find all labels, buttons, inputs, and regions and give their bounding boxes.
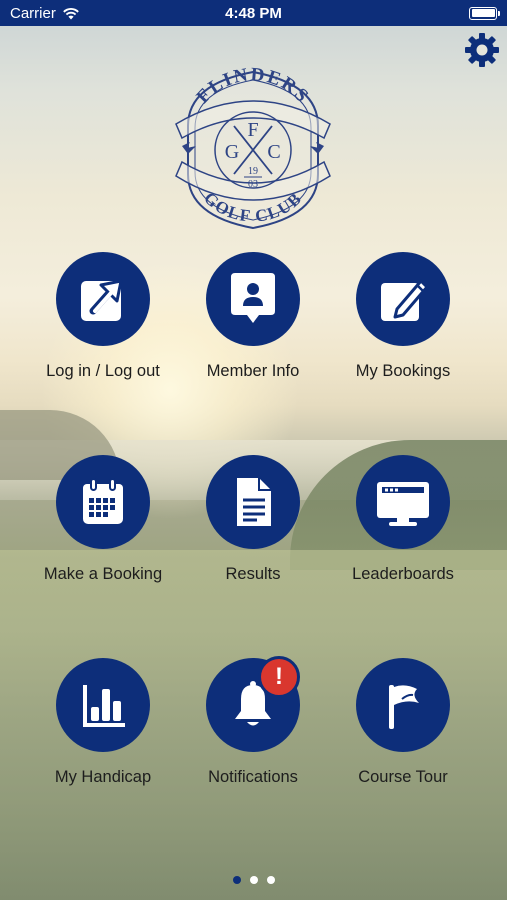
logo-letter-left: G	[225, 141, 239, 163]
make-booking-button[interactable]	[56, 455, 150, 549]
wifi-icon	[63, 7, 79, 19]
menu-tile-my-handicap[interactable]: My Handicap	[28, 658, 178, 818]
menu-tile-leaderboards[interactable]: Leaderboards	[328, 455, 478, 615]
edit-pencil-icon	[381, 279, 429, 321]
status-left: Carrier	[10, 5, 80, 22]
my-handicap-button[interactable]	[56, 658, 150, 752]
menu-label: My Bookings	[355, 362, 451, 380]
menu-label: Results	[225, 565, 281, 583]
member-info-button[interactable]	[206, 252, 300, 346]
login-button[interactable]	[56, 252, 150, 346]
logo-year-top: 19	[248, 166, 258, 177]
menu-label: Notifications	[208, 768, 298, 786]
page-dot-2[interactable]	[249, 876, 258, 884]
member-card-icon	[231, 273, 275, 323]
carrier-label: Carrier	[10, 4, 56, 22]
monitor-icon	[377, 482, 429, 526]
menu-tile-member-info[interactable]: Member Info	[178, 252, 328, 412]
results-button[interactable]	[206, 455, 300, 549]
status-bar: Carrier 4:48 PM	[0, 0, 507, 26]
menu-label: Log in / Log out	[46, 362, 160, 380]
document-icon	[237, 478, 271, 526]
menu-tile-make-booking[interactable]: Make a Booking	[28, 455, 178, 615]
menu-tile-course-tour[interactable]: Course Tour	[328, 658, 478, 818]
club-logo: FLINDERS GOLF CLUB G F C 19 03	[172, 64, 334, 232]
page-dot-1[interactable]	[232, 876, 241, 884]
battery-icon	[469, 6, 500, 20]
page-dot-3[interactable]	[266, 876, 275, 884]
bar-chart-icon	[83, 685, 125, 727]
menu-tile-notifications[interactable]: ! Notifications	[178, 656, 328, 818]
menu-label: Course Tour	[358, 768, 448, 786]
menu-label: Make a Booking	[43, 565, 163, 583]
notifications-button[interactable]: !	[206, 656, 300, 752]
page-indicator[interactable]	[0, 876, 507, 884]
menu-label: My Handicap	[54, 768, 152, 786]
battery-level	[471, 9, 495, 17]
menu-tile-results[interactable]: Results	[178, 455, 328, 615]
logo-letter-right: C	[267, 141, 280, 163]
menu-label: Leaderboards	[352, 565, 454, 583]
login-arrow-icon	[81, 279, 123, 321]
leaderboards-button[interactable]	[356, 455, 450, 549]
notification-alert-badge: !	[258, 656, 300, 698]
logo-letter-top: F	[247, 119, 258, 141]
course-tour-button[interactable]	[356, 658, 450, 752]
flag-icon	[389, 685, 419, 729]
logo-year-bottom: 03	[248, 179, 258, 190]
gear-icon	[465, 33, 499, 67]
my-bookings-button[interactable]	[356, 252, 450, 346]
menu-tile-my-bookings[interactable]: My Bookings	[328, 252, 478, 412]
calendar-icon	[83, 478, 123, 524]
settings-button[interactable]	[462, 30, 502, 70]
menu-tile-login[interactable]: Log in / Log out	[28, 252, 178, 412]
menu-label: Member Info	[206, 362, 300, 380]
